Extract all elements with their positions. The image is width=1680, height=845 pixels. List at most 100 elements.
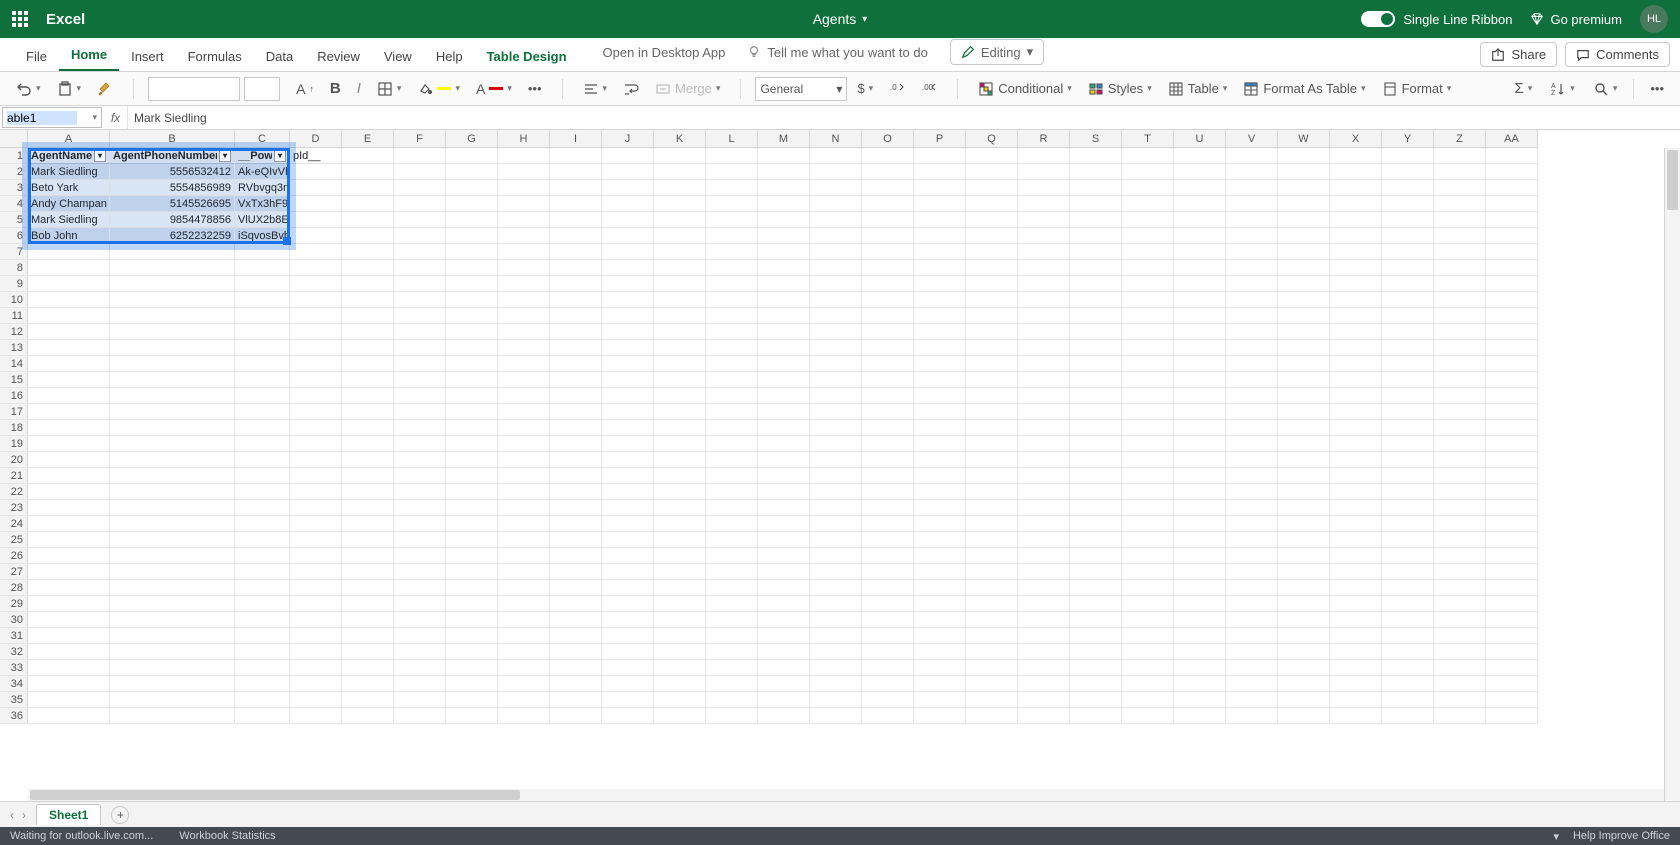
cell[interactable]: 5556532412: [110, 164, 235, 180]
cell[interactable]: [602, 148, 654, 164]
cell[interactable]: [342, 308, 394, 324]
cell[interactable]: [342, 196, 394, 212]
cell[interactable]: [550, 228, 602, 244]
cell[interactable]: [235, 324, 290, 340]
cell[interactable]: [446, 276, 498, 292]
cell[interactable]: Beto Yark: [28, 180, 110, 196]
cell[interactable]: [1122, 292, 1174, 308]
cell[interactable]: [394, 164, 446, 180]
cell[interactable]: [1226, 292, 1278, 308]
cell[interactable]: [1122, 308, 1174, 324]
row-header[interactable]: 31: [0, 628, 28, 644]
cell[interactable]: [290, 212, 342, 228]
cell[interactable]: [1330, 436, 1382, 452]
row-header[interactable]: 2: [0, 164, 28, 180]
cell[interactable]: [1122, 468, 1174, 484]
cell[interactable]: [498, 404, 550, 420]
cell[interactable]: [862, 260, 914, 276]
cell[interactable]: [1382, 356, 1434, 372]
cell[interactable]: [1018, 548, 1070, 564]
cell[interactable]: [1226, 676, 1278, 692]
cell[interactable]: [1434, 692, 1486, 708]
cell[interactable]: [706, 148, 758, 164]
row-header[interactable]: 7: [0, 244, 28, 260]
cell[interactable]: [966, 692, 1018, 708]
column-header[interactable]: S: [1070, 130, 1122, 148]
cell[interactable]: [290, 628, 342, 644]
row-header[interactable]: 34: [0, 676, 28, 692]
cell[interactable]: [1122, 660, 1174, 676]
cell[interactable]: [446, 484, 498, 500]
cell[interactable]: [394, 628, 446, 644]
cell[interactable]: [28, 372, 110, 388]
cell[interactable]: [550, 148, 602, 164]
cell[interactable]: [1486, 612, 1538, 628]
cell[interactable]: [966, 564, 1018, 580]
cell[interactable]: [110, 692, 235, 708]
column-header[interactable]: A: [28, 130, 110, 148]
row-header[interactable]: 16: [0, 388, 28, 404]
cell[interactable]: [1486, 308, 1538, 324]
cell[interactable]: [1070, 692, 1122, 708]
cell[interactable]: [1174, 708, 1226, 724]
cell[interactable]: [602, 596, 654, 612]
cell[interactable]: [28, 660, 110, 676]
cell[interactable]: [394, 708, 446, 724]
cell[interactable]: [1070, 676, 1122, 692]
cell[interactable]: [342, 324, 394, 340]
cell[interactable]: [1070, 516, 1122, 532]
cell[interactable]: [966, 660, 1018, 676]
cell[interactable]: [1278, 196, 1330, 212]
cell[interactable]: [758, 244, 810, 260]
cell[interactable]: [914, 452, 966, 468]
column-header[interactable]: V: [1226, 130, 1278, 148]
cell[interactable]: [498, 452, 550, 468]
cell[interactable]: [1278, 340, 1330, 356]
cell[interactable]: [1070, 228, 1122, 244]
cell[interactable]: [498, 324, 550, 340]
cell[interactable]: [1122, 548, 1174, 564]
cell[interactable]: [1122, 692, 1174, 708]
cell[interactable]: [1434, 420, 1486, 436]
cell[interactable]: [758, 644, 810, 660]
cell[interactable]: [446, 340, 498, 356]
borders-button[interactable]: ▾: [371, 78, 408, 100]
cell[interactable]: [758, 516, 810, 532]
cell[interactable]: [1122, 148, 1174, 164]
cell[interactable]: [706, 404, 758, 420]
cell[interactable]: [394, 468, 446, 484]
cell[interactable]: [28, 388, 110, 404]
cell[interactable]: [1330, 404, 1382, 420]
cell[interactable]: [862, 548, 914, 564]
cell[interactable]: [235, 372, 290, 388]
column-header[interactable]: K: [654, 130, 706, 148]
cell[interactable]: 5554856989: [110, 180, 235, 196]
cell[interactable]: [1122, 580, 1174, 596]
cell[interactable]: [446, 196, 498, 212]
cell[interactable]: [654, 676, 706, 692]
cell[interactable]: [602, 436, 654, 452]
cell[interactable]: AgentName▾: [28, 148, 110, 164]
cell[interactable]: [110, 468, 235, 484]
cell[interactable]: [550, 628, 602, 644]
cell[interactable]: [1070, 356, 1122, 372]
cell[interactable]: [342, 180, 394, 196]
cell[interactable]: [110, 516, 235, 532]
cell[interactable]: [1226, 548, 1278, 564]
cell[interactable]: [862, 356, 914, 372]
cell[interactable]: [966, 708, 1018, 724]
cell[interactable]: [1330, 244, 1382, 260]
cell[interactable]: [1018, 388, 1070, 404]
cell[interactable]: [28, 436, 110, 452]
column-header[interactable]: M: [758, 130, 810, 148]
cell[interactable]: [914, 340, 966, 356]
cell[interactable]: [706, 516, 758, 532]
cell[interactable]: [602, 212, 654, 228]
cell[interactable]: [1226, 276, 1278, 292]
cell[interactable]: [602, 484, 654, 500]
cell[interactable]: [654, 372, 706, 388]
cell[interactable]: [290, 276, 342, 292]
cell[interactable]: [1174, 564, 1226, 580]
cell[interactable]: [1330, 180, 1382, 196]
cell[interactable]: [1018, 148, 1070, 164]
